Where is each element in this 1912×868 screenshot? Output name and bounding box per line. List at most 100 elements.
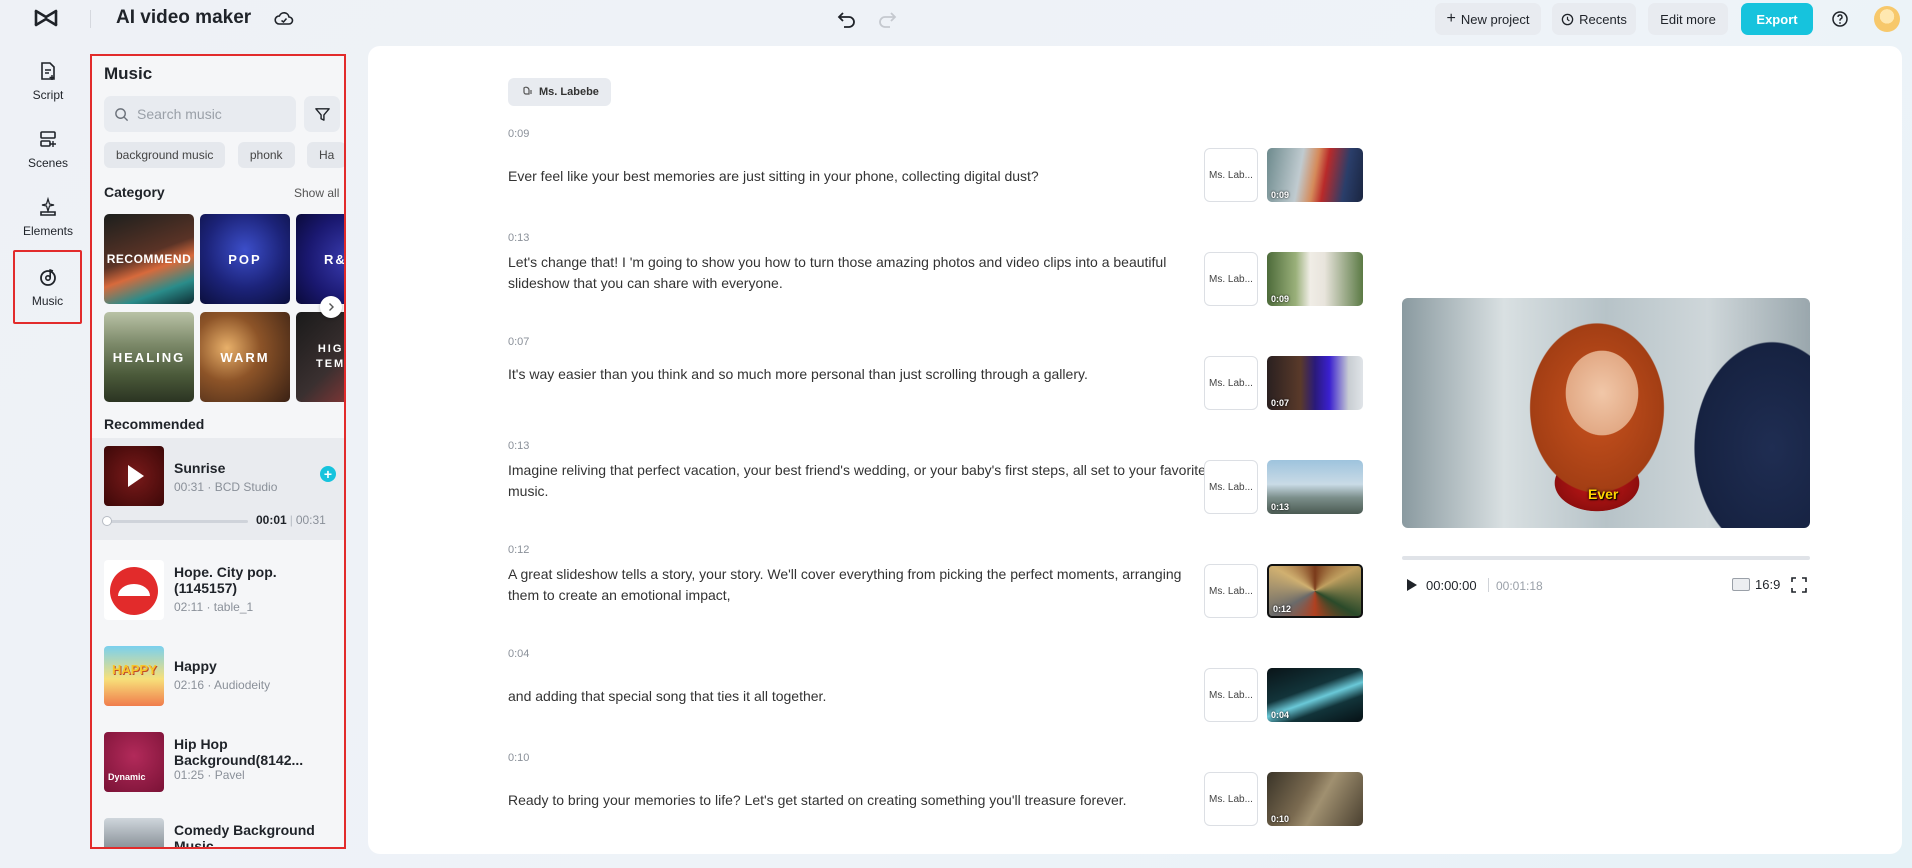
preview-timeline[interactable] [1402,556,1810,560]
category-next-button[interactable] [320,296,342,318]
music-tag-chips: background music phonk Ha [104,142,344,170]
album-art-icon [110,567,158,615]
search-icon [115,107,129,121]
scene-time: 0:04 [508,648,530,660]
search-box[interactable] [104,96,296,132]
filter-icon [314,107,330,121]
scene-voice-button[interactable]: Ms. Lab... [1204,460,1258,514]
scene-text[interactable]: and adding that special song that ties i… [508,686,1208,707]
track-name: Hip Hop Background(8142... [174,736,304,768]
aspect-ratio-icon [1732,578,1750,591]
nav-item-script[interactable]: Script [14,50,82,112]
track-item-comedy-background[interactable]: Comedy Background Music [92,810,344,849]
filter-button[interactable] [304,96,340,132]
category-tile-rnb[interactable]: R& [296,214,344,304]
nav-item-scenes[interactable]: Scenes [14,118,82,180]
app-title: AI video maker [116,7,252,28]
chevron-right-icon [329,303,334,311]
voice-selector[interactable]: Ms. Labebe [508,78,611,106]
capcut-logo-icon[interactable] [34,8,58,28]
track-name: Comedy Background Music [174,822,315,849]
scene-text[interactable]: Let's change that! I 'm going to show yo… [508,252,1208,294]
progress-handle[interactable] [102,516,112,526]
fullscreen-icon[interactable] [1790,576,1808,594]
recommended-heading: Recommended [104,416,205,432]
scene-text[interactable]: Ever feel like your best memories are ju… [508,166,1208,187]
track-meta: 02:11 · table_1 [174,600,254,614]
track-thumbnail[interactable]: HAPPY [104,646,164,706]
scene-thumbnail[interactable]: 0:13 [1267,460,1363,514]
scene-time: 0:12 [508,544,530,556]
category-tile-recommend[interactable]: RECOMMEND [104,214,194,304]
nav-item-elements[interactable]: Elements [14,186,82,248]
subtitle-caption: Ever [1588,486,1619,502]
scene-voice-button[interactable]: Ms. Lab... [1204,252,1258,306]
export-button[interactable]: Export [1741,3,1813,35]
track-item-sunrise[interactable]: Sunrise 00:31 · BCD Studio + 00:01 | 00:31 [92,438,344,540]
scene-voice-button[interactable]: Ms. Lab... [1204,668,1258,722]
scene-time: 0:07 [508,336,530,348]
track-name: Happy [174,658,217,674]
scene-voice-button[interactable]: Ms. Lab... [1204,772,1258,826]
edit-more-button[interactable]: Edit more [1648,3,1728,35]
plus-icon: + [1446,10,1456,27]
scene-text[interactable]: It's way easier than you think and so mu… [508,364,1208,385]
play-icon[interactable] [1402,576,1420,594]
music-panel-title: Music [104,64,153,83]
track-thumbnail[interactable] [104,560,164,620]
scene-text[interactable]: Ready to bring your memories to life? Le… [508,790,1208,811]
search-music-input[interactable] [137,106,287,122]
track-item-happy[interactable]: HAPPY Happy 02:16 · Audiodeity [92,638,344,714]
scene-thumbnail[interactable]: 0:07 [1267,356,1363,410]
scene-thumbnail[interactable]: 0:04 [1267,668,1363,722]
scene-voice-button[interactable]: Ms. Lab... [1204,356,1258,410]
track-item-hope-city-pop[interactable]: Hope. City pop. (1145157) 02:11 · table_… [92,552,344,628]
tag-chip[interactable]: background music [104,142,226,168]
top-bar: AI video maker + New project Recents Edi… [0,0,1912,38]
show-all-link[interactable]: Show all [294,186,339,200]
redo-icon[interactable] [876,8,898,30]
category-grid: RECOMMEND POP R& HEALING WARM HIG TEM [104,214,344,404]
time-divider [1488,578,1489,592]
script-icon [41,62,55,80]
user-avatar[interactable] [1874,6,1900,32]
total-time: 00:01:18 [1496,579,1543,593]
track-name: Hope. City pop. (1145157) [174,564,277,596]
scene-thumbnail[interactable]: 0:10 [1267,772,1363,826]
scene-thumbnail[interactable]: 0:09 [1267,252,1363,306]
recents-button[interactable]: Recents [1552,3,1636,35]
track-progress-slider[interactable] [102,516,248,526]
category-tile-healing[interactable]: HEALING [104,312,194,402]
help-icon[interactable] [1830,9,1850,29]
track-thumbnail[interactable] [104,446,164,506]
play-icon[interactable] [104,446,164,506]
scenes-icon [40,131,56,147]
new-project-button[interactable]: + New project [1435,3,1541,35]
track-thumbnail[interactable]: Dynamic [104,732,164,792]
cloud-sync-icon[interactable] [274,9,294,29]
voice-icon [523,86,532,95]
scene-thumbnail[interactable]: 0:09 [1267,148,1363,202]
undo-icon[interactable] [836,8,858,30]
aspect-ratio-button[interactable]: 16:9 [1732,577,1780,592]
scene-voice-button[interactable]: Ms. Lab... [1204,564,1258,618]
category-tile-high-tempo[interactable]: HIG TEM [296,312,344,402]
add-track-button[interactable]: + [320,466,336,482]
scene-thumbnail[interactable]: 0:12 [1267,564,1363,618]
category-tile-warm[interactable]: WARM [200,312,290,402]
track-meta: 01:25 · Pavel [174,768,245,782]
scene-text[interactable]: Imagine reliving that perfect vacation, … [508,460,1208,502]
tag-chip[interactable]: phonk [237,142,295,168]
track-thumbnail[interactable] [104,818,164,847]
tag-chip[interactable]: Ha [307,142,344,168]
track-item-hip-hop-background[interactable]: Dynamic Hip Hop Background(8142... 01:25… [92,724,344,800]
nav-item-music[interactable]: Music [13,250,82,324]
scene-text[interactable]: A great slideshow tells a story, your st… [508,564,1208,606]
scene-voice-button[interactable]: Ms. Lab... [1204,148,1258,202]
track-meta: 00:31 · BCD Studio [174,480,278,494]
current-time: 00:00:00 [1426,578,1477,593]
scene-time: 0:13 [508,232,530,244]
scene-time: 0:13 [508,440,530,452]
video-preview[interactable]: Ever [1402,298,1810,528]
category-tile-pop[interactable]: POP [200,214,290,304]
